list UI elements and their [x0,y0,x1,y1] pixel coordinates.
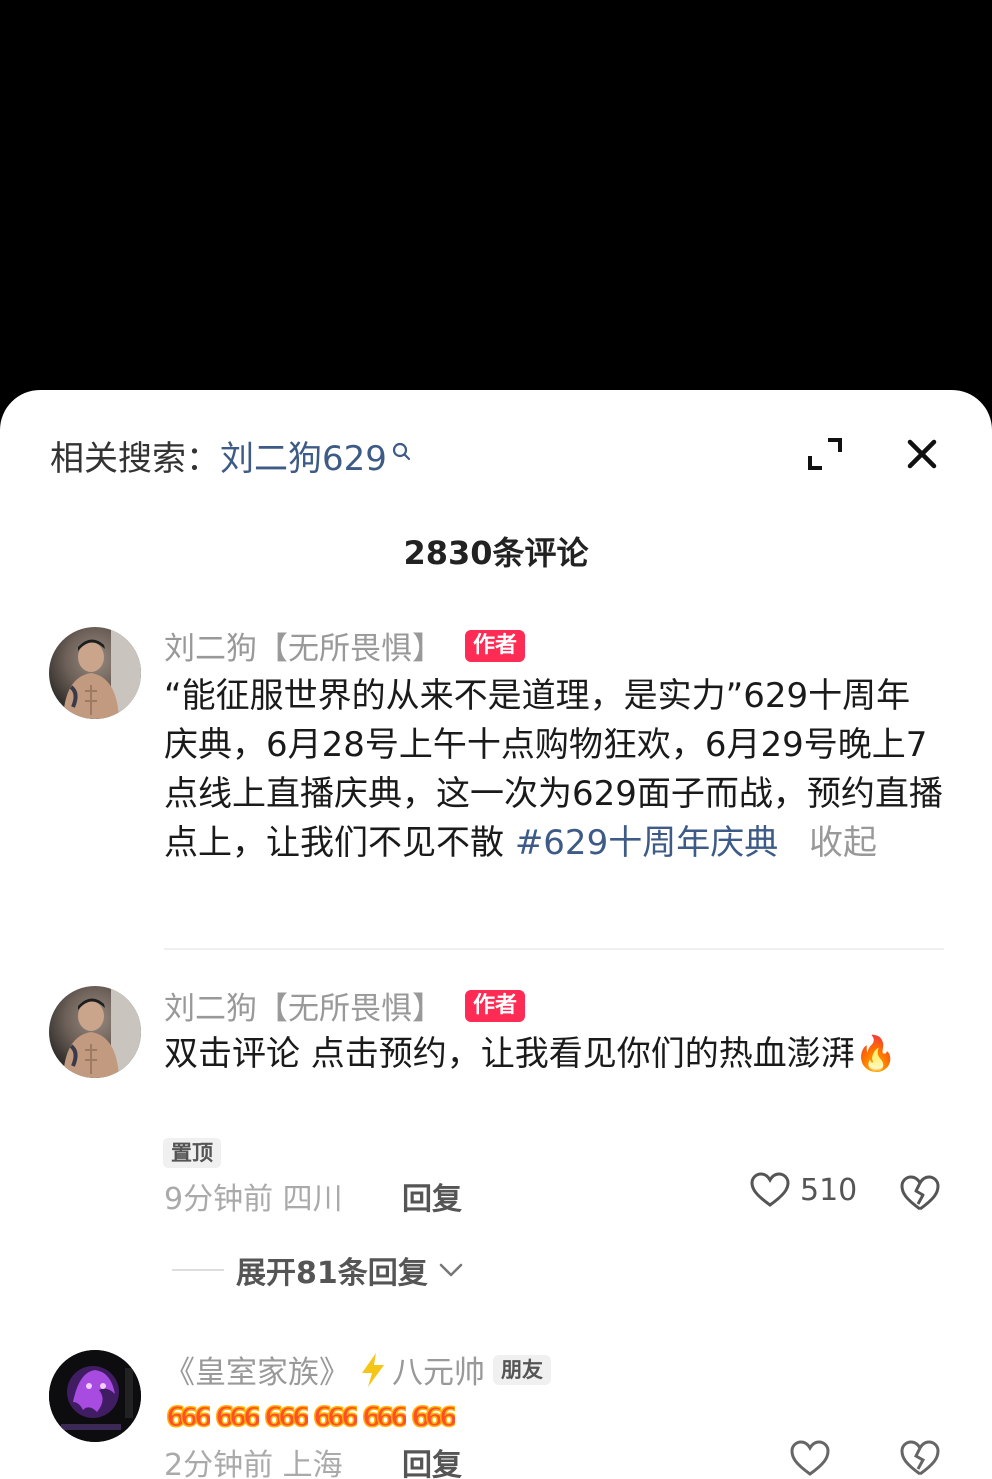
username-prefix[interactable]: 《皇室家族》 [164,1347,350,1392]
author-badge: 作者 [465,629,526,662]
related-search-label: 相关搜索： [50,438,220,479]
comment-time-location: 9分钟前 四川 [164,1182,343,1217]
comment-body: 双击评论 点击预约，让我看见你们的热血澎湃 [164,1034,855,1074]
broken-heart-icon[interactable] [900,1174,940,1212]
hashtag-link[interactable]: #629十周年庆典 [515,823,778,863]
lightning-icon [362,1352,384,1387]
heart-icon [750,1172,790,1207]
svg-text:6: 6 [341,1402,357,1432]
comment-text: “能征服世界的从来不是道理，是实力”629十周年庆典，6月28号上午十点购物狂欢… [164,672,944,868]
video-area[interactable] [0,0,992,392]
fire-emoji: 🔥 [854,1034,898,1074]
heart-icon[interactable] [790,1434,830,1478]
svg-text:6: 6 [243,1402,259,1432]
expand-replies-button[interactable]: 展开81条回复 [172,1248,464,1292]
divider [164,948,944,950]
avatar-photo [63,627,141,719]
emoji-666: 666 [312,1399,357,1432]
expand-icon[interactable] [806,436,844,472]
close-icon[interactable] [902,434,942,474]
pinned-badge: 置顶 [163,1138,221,1168]
comments-sheet: 相关搜索： 刘二狗629 2830条评论 刘二狗【无所畏惧】 作者 “能征服世界… [0,390,992,1479]
chevron-down-icon [439,1263,462,1277]
comment-count-title: 2830条评论 [403,534,589,572]
expand-replies-label[interactable]: 展开81条回复 [236,1248,428,1292]
avatar-photo [63,986,141,1078]
svg-text:6: 6 [439,1402,455,1432]
emoji-666: 666 [165,1399,210,1432]
related-search[interactable]: 相关搜索： 刘二狗629 [50,431,413,480]
comment-text: 双击评论 点击预约，让我看见你们的热血澎湃🔥 [164,1030,944,1079]
like-count: 510 [800,1172,858,1208]
username-text[interactable]: 刘二狗【无所畏惧】 [164,623,443,668]
comment-username[interactable]: 《皇室家族》 八元帅 朋友 [164,1347,551,1392]
svg-text:6: 6 [390,1402,406,1432]
emoji-666: 666 [214,1399,259,1432]
reply-button[interactable]: 回复 [402,1174,462,1218]
like-button[interactable]: 510 [750,1172,857,1208]
broken-heart-icon[interactable] [900,1434,940,1478]
comment-username[interactable]: 刘二狗【无所畏惧】 作者 [164,983,526,1028]
author-badge: 作者 [465,989,526,1022]
friend-badge: 朋友 [493,1354,551,1385]
username-text[interactable]: 刘二狗【无所畏惧】 [164,983,443,1028]
expand-divider-line [172,1269,224,1271]
reply-button[interactable]: 回复 [402,1440,462,1479]
comment-username[interactable]: 刘二狗【无所畏惧】 作者 [164,623,526,668]
search-icon [392,442,411,461]
avatar[interactable] [49,986,141,1078]
emoji-666-row: 666666666666666666 [164,1392,458,1432]
username-suffix[interactable]: 八元帅 [392,1347,485,1392]
collapse-button[interactable]: 收起 [809,823,877,863]
emoji-666: 666 [410,1399,455,1432]
comment-time-location: 2分钟前 上海 [164,1448,343,1479]
avatar-dragon-logo [49,1350,141,1442]
svg-text:6: 6 [292,1402,308,1432]
related-search-term[interactable]: 刘二狗629 [220,431,387,480]
avatar[interactable] [49,1350,141,1442]
avatar[interactable] [49,627,141,719]
svg-text:6: 6 [194,1402,210,1432]
emoji-666: 666 [263,1399,308,1432]
emoji-666: 666 [361,1399,406,1432]
